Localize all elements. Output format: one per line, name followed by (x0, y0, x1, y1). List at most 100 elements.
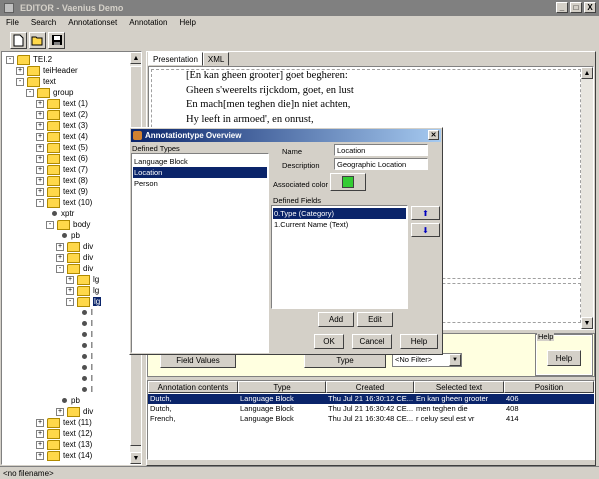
expand-icon[interactable]: + (56, 407, 64, 416)
table-row[interactable]: Dutch, Language Block Thu Jul 21 16:30:42 … (148, 404, 594, 414)
collapse-icon[interactable]: - (56, 264, 64, 273)
tree-item[interactable]: - div (56, 263, 93, 274)
scroll-up-icon[interactable]: ▲ (130, 52, 141, 64)
collapse-icon[interactable]: - (26, 88, 34, 97)
tree-item[interactable]: + text (14) (36, 450, 92, 461)
defined-types-list[interactable]: Language Block Location Person (131, 153, 269, 353)
scroll-up-icon[interactable]: ▲ (581, 67, 593, 79)
menu-search[interactable]: Search (31, 18, 56, 27)
tree-item[interactable]: pb (56, 395, 80, 406)
edit-button[interactable]: Edit (357, 312, 393, 327)
tree-item[interactable]: xptr (46, 208, 74, 219)
defined-fields-list[interactable]: 0.Type (Category) 1.Current Name (Text) (271, 205, 408, 309)
collapse-icon[interactable]: - (16, 77, 24, 86)
tree-item[interactable]: + text (7) (36, 164, 88, 175)
tree-item[interactable]: + teiHeader (16, 65, 78, 76)
menu-help[interactable]: Help (179, 18, 195, 27)
expand-icon[interactable]: + (36, 187, 44, 196)
cancel-button[interactable]: Cancel (352, 334, 392, 349)
scroll-down-icon[interactable]: ▼ (130, 452, 141, 464)
column-header[interactable]: Position (504, 381, 594, 393)
tab-xml[interactable]: XML (202, 52, 230, 66)
tree-item[interactable]: + text (2) (36, 109, 88, 120)
document-tree[interactable]: - TEI.2 + teiHeader - text - group + text (1) + tex… (1, 51, 142, 465)
tree-item[interactable]: + text (6) (36, 153, 88, 164)
field-list-item[interactable]: 1.Current Name (Text) (273, 219, 406, 230)
column-header[interactable]: Type (238, 381, 326, 393)
column-header[interactable]: Selected text (414, 381, 504, 393)
tree-item[interactable]: l (76, 351, 93, 362)
tree-item[interactable]: + div (56, 241, 93, 252)
window-title-bar[interactable]: EDITOR - Vaenius Demo _ □ X (0, 0, 599, 16)
tree-item[interactable]: + div (56, 406, 93, 417)
tree-item[interactable]: + text (8) (36, 175, 88, 186)
expand-icon[interactable]: + (36, 143, 44, 152)
expand-icon[interactable]: + (36, 165, 44, 174)
menu-file[interactable]: File (6, 18, 19, 27)
tree-item[interactable]: + text (11) (36, 417, 92, 428)
tab-presentation[interactable]: Presentation (148, 52, 203, 66)
column-header[interactable]: Annotation contents (148, 381, 238, 393)
tree-item[interactable]: + text (12) (36, 428, 92, 439)
menu-annotation[interactable]: Annotation (129, 18, 167, 27)
type-list-item[interactable]: Location (133, 167, 267, 178)
minimize-button[interactable]: _ (556, 2, 568, 13)
table-row[interactable]: Dutch, Language Block Thu Jul 21 16:30:12 … (148, 394, 594, 404)
tree-item[interactable]: pb (56, 230, 80, 241)
tree-item[interactable]: - body (46, 219, 90, 230)
scroll-down-icon[interactable]: ▼ (581, 317, 593, 329)
tree-item[interactable]: l (76, 318, 93, 329)
expand-icon[interactable]: + (56, 253, 64, 262)
open-folder-icon[interactable] (29, 31, 46, 49)
tree-item[interactable]: + lg (66, 274, 99, 285)
collapse-icon[interactable]: - (46, 220, 54, 229)
help-button[interactable]: Help (547, 350, 581, 366)
expand-icon[interactable]: + (36, 154, 44, 163)
expand-icon[interactable]: + (36, 429, 44, 438)
collapse-icon[interactable]: - (66, 297, 74, 306)
move-down-arrow-icon[interactable]: ⬇ (411, 223, 440, 237)
expand-icon[interactable]: + (36, 451, 44, 460)
close-icon[interactable]: ✕ (428, 130, 439, 140)
dialog-title-bar[interactable]: Annotationtype Overview ✕ (131, 129, 441, 142)
move-up-arrow-icon[interactable]: ⬆ (411, 206, 440, 220)
add-button[interactable]: Add (318, 312, 354, 327)
filter-select[interactable]: <No Filter> ▼ (392, 353, 462, 367)
tree-item[interactable]: l (76, 307, 93, 318)
expand-icon[interactable]: + (36, 440, 44, 449)
menu-annotationset[interactable]: Annotationset (68, 18, 117, 27)
expand-icon[interactable]: + (66, 286, 74, 295)
tree-item[interactable]: + text (5) (36, 142, 88, 153)
tree-item[interactable]: - TEI.2 (6, 54, 52, 65)
presentation-scrollbar[interactable]: ▲ ▼ (581, 67, 593, 329)
collapse-icon[interactable]: - (36, 198, 44, 207)
expand-icon[interactable]: + (36, 110, 44, 119)
tree-item[interactable]: + div (56, 252, 93, 263)
tree-item[interactable]: l (76, 329, 93, 340)
tree-item[interactable]: - text (16, 76, 56, 87)
new-document-icon[interactable] (10, 31, 27, 49)
table-row[interactable]: French, Language Block Thu Jul 21 16:30:48… (148, 414, 594, 424)
expand-icon[interactable]: + (16, 66, 24, 75)
tree-item[interactable]: l (76, 384, 93, 395)
field-list-item[interactable]: 0.Type (Category) (273, 208, 406, 219)
tree-item[interactable]: + text (4) (36, 131, 88, 142)
dialog-help-button[interactable]: Help (400, 334, 438, 349)
maximize-button[interactable]: □ (570, 2, 582, 13)
ok-button[interactable]: OK (314, 334, 344, 349)
column-header[interactable]: Created (326, 381, 414, 393)
expand-icon[interactable]: + (36, 176, 44, 185)
chevron-down-icon[interactable]: ▼ (449, 354, 461, 366)
tree-item[interactable]: + text (1) (36, 98, 88, 109)
tree-item[interactable]: + text (13) (36, 439, 92, 450)
save-icon[interactable] (48, 31, 65, 49)
tree-item[interactable]: - lg (66, 296, 102, 307)
collapse-icon[interactable]: - (6, 55, 14, 64)
expand-icon[interactable]: + (66, 275, 74, 284)
expand-icon[interactable]: + (56, 242, 64, 251)
name-field[interactable]: Location (334, 144, 428, 156)
type-list-item[interactable]: Language Block (133, 156, 267, 167)
tree-item[interactable]: l (76, 340, 93, 351)
tree-item[interactable]: - text (10) (36, 197, 92, 208)
tree-item[interactable]: l (76, 362, 93, 373)
